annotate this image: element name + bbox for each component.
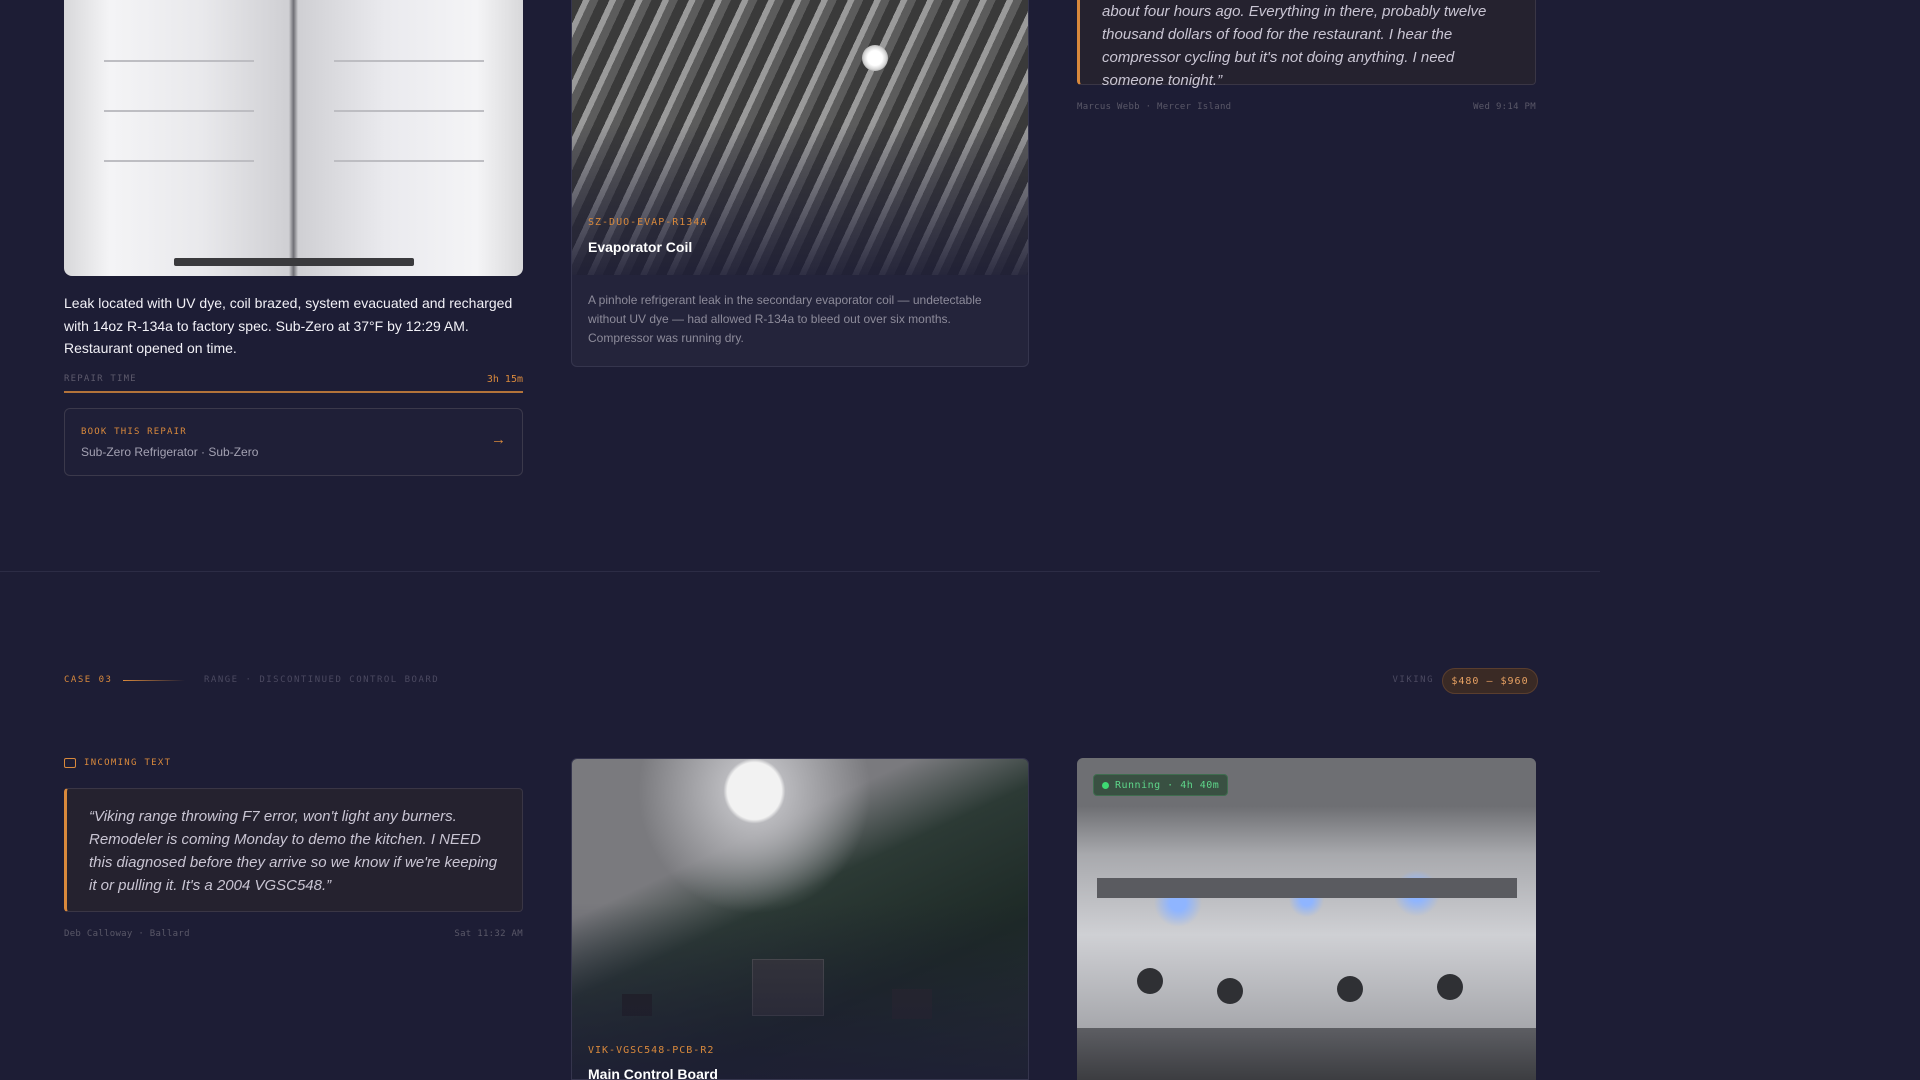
book-repair-button[interactable]: BOOK THIS REPAIR Sub-Zero Refrigerator ·…: [64, 408, 523, 476]
customer-quote: about four hours ago. Everything in ther…: [1077, 0, 1536, 89]
book-repair-label: BOOK THIS REPAIR: [81, 427, 187, 437]
case-subtitle: RANGE · DISCONTINUED CONTROL BOARD: [204, 675, 440, 685]
case03-part-code: VIK-VGSC548-PCB-R2: [588, 1045, 715, 1056]
customer-quote-text: about four hours ago. Everything in ther…: [1102, 3, 1487, 89]
incoming-quote-time: Sat 11:32 AM: [454, 929, 523, 939]
case-number: CASE 03: [64, 675, 113, 685]
case-line: [123, 680, 185, 681]
part-description: A pinhole refrigerant leak in the second…: [588, 293, 982, 345]
control-board-photo: VIK-VGSC548-PCB-R2 Main Control Board: [571, 758, 1029, 1080]
fridge-photo: [64, 0, 523, 276]
incoming-quote-author: Deb Calloway · Ballard: [64, 929, 190, 939]
repair-time-label: REPAIR TIME: [64, 374, 137, 384]
quote-author: Marcus Webb · Mercer Island: [1077, 102, 1232, 112]
incoming-text-label: INCOMING TEXT: [84, 758, 172, 768]
part-code: SZ-DUO-EVAP-R134A: [588, 217, 708, 228]
running-status-label: Running · 4h 40m: [1115, 779, 1220, 791]
case03-part-name: Main Control Board: [588, 1066, 718, 1080]
price-badge: $480 – $960: [1442, 668, 1538, 694]
part-description-panel: A pinhole refrigerant leak in the second…: [571, 275, 1029, 367]
message-icon: [64, 758, 76, 768]
status-dot-icon: [1102, 781, 1109, 789]
arrow-right-icon: →: [491, 431, 506, 448]
repair-time-bar: [64, 391, 523, 393]
running-status: Running · 4h 40m: [1093, 774, 1229, 796]
repair-time-value: 3h 15m: [486, 374, 523, 385]
repair-summary: Leak located with UV dye, coil brazed, s…: [64, 295, 513, 356]
quote-time: Wed 9:14 PM: [1473, 102, 1536, 112]
incoming-quote-text: “Viking range throwing F7 error, won't l…: [89, 808, 498, 894]
book-repair-subtitle: Sub-Zero Refrigerator · Sub-Zero: [81, 445, 259, 459]
incoming-quote: “Viking range throwing F7 error, won't l…: [64, 788, 523, 912]
brand-label: VIKING: [1392, 675, 1434, 685]
part-name: Evaporator Coil: [588, 239, 693, 255]
evaporator-coil-photo: SZ-DUO-EVAP-R134A Evaporator Coil: [571, 0, 1029, 275]
range-photo: Running · 4h 40m: [1077, 758, 1536, 1080]
section-divider: [0, 571, 1600, 572]
